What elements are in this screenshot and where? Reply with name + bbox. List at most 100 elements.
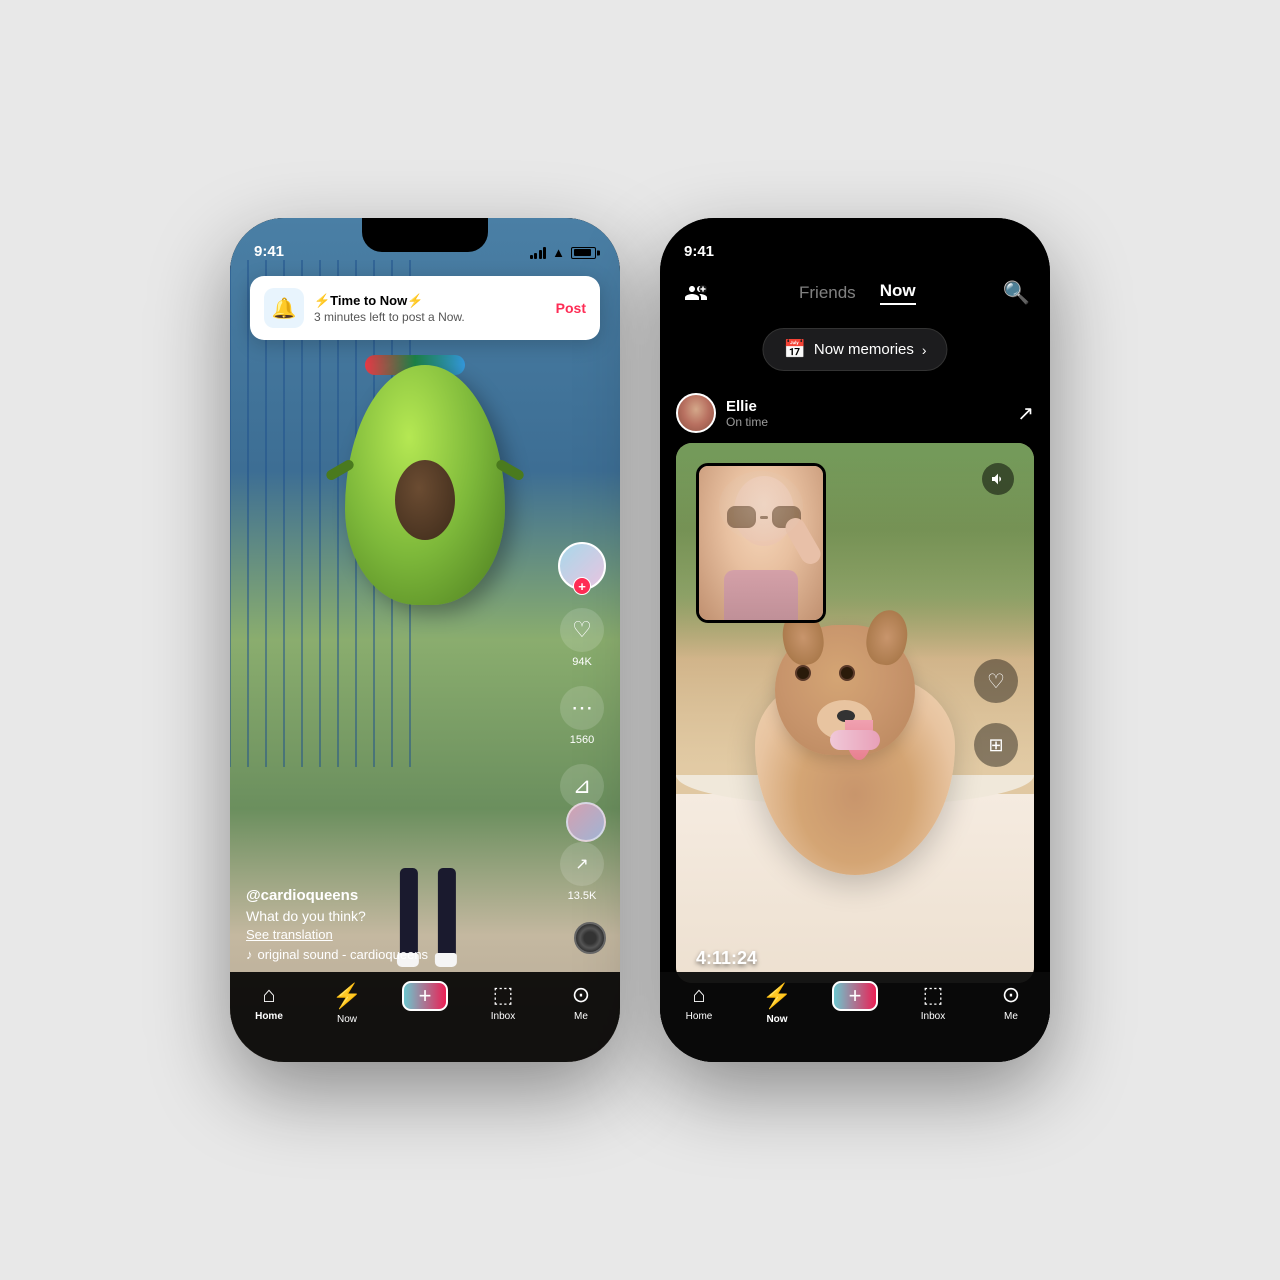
phone-2: 9:41 ▲ bbox=[660, 218, 1050, 1062]
now-tab[interactable]: Now bbox=[880, 281, 916, 305]
create-button-phone1[interactable]: + bbox=[403, 982, 447, 1010]
signal-bar2-1 bbox=[960, 255, 963, 259]
wifi-icon-phone1: ▲ bbox=[552, 245, 565, 260]
home-icon-phone1: ⌂ bbox=[262, 982, 275, 1008]
music-note-icon: ♪ bbox=[246, 947, 253, 962]
notification-body: 3 minutes left to post a Now. bbox=[314, 310, 546, 324]
follow-plus-icon[interactable]: + bbox=[573, 577, 591, 595]
memories-chevron-icon: › bbox=[922, 342, 927, 358]
nav-inbox-label-phone1: Inbox bbox=[491, 1011, 515, 1022]
wifi-icon-phone2: ▲ bbox=[982, 245, 995, 260]
nav-home-label-phone1: Home bbox=[255, 1011, 283, 1022]
nav-home-phone2[interactable]: ⌂ Home bbox=[669, 982, 729, 1022]
creator-avatar-action[interactable]: + bbox=[558, 542, 606, 590]
battery-icon-phone2 bbox=[1001, 247, 1026, 259]
battery-fill-phone1 bbox=[574, 249, 591, 256]
inbox-icon-phone1: ⬚ bbox=[493, 982, 514, 1008]
like-action[interactable]: ♡ 94K bbox=[560, 608, 604, 668]
like-count: 94K bbox=[572, 656, 592, 668]
create-button-phone2[interactable]: + bbox=[833, 982, 877, 1010]
nav-create-phone1[interactable]: + bbox=[395, 982, 455, 1010]
video-caption: What do you think? bbox=[246, 908, 540, 924]
nav-inbox-label-phone2: Inbox bbox=[921, 1011, 945, 1022]
add-friend-button[interactable] bbox=[680, 277, 712, 309]
vinyl-record-icon bbox=[574, 922, 606, 954]
phone-1: 9:41 ▲ 🔔 ⚡Time to Now⚡ 3 minutes left to bbox=[230, 218, 620, 1062]
signal-bar-4 bbox=[543, 247, 546, 259]
nav-now-label-phone2: Now bbox=[766, 1014, 787, 1025]
now-photos-container: 4:11:24 ♡ ⊞ bbox=[676, 443, 1034, 983]
nav-create-phone2[interactable]: + bbox=[825, 982, 885, 1010]
dog-head bbox=[775, 625, 915, 755]
search-button-phone2[interactable]: 🔍 bbox=[1003, 280, 1030, 306]
signal-bars-phone2 bbox=[960, 247, 977, 259]
nav-home-phone1[interactable]: ⌂ Home bbox=[239, 982, 299, 1022]
comment-action[interactable]: ⋯ 1560 bbox=[560, 686, 604, 746]
photo-action-buttons: ♡ ⊞ bbox=[974, 659, 1018, 767]
battery-icon-phone1 bbox=[571, 247, 596, 259]
share-action[interactable]: ↗ 13.5K bbox=[560, 842, 604, 902]
main-photo-back-camera: 4:11:24 ♡ ⊞ bbox=[676, 443, 1034, 983]
photo-timer: 4:11:24 bbox=[696, 948, 757, 969]
user-avatar[interactable] bbox=[676, 393, 716, 433]
profile-thumbnail bbox=[566, 802, 606, 842]
dog-eyes bbox=[795, 665, 855, 681]
notification-post-button[interactable]: Post bbox=[556, 300, 586, 316]
signal-bars-phone1 bbox=[530, 247, 547, 259]
status-bar-phone2: 9:41 ▲ bbox=[660, 218, 1050, 268]
user-post-header: Ellie On time ↗ bbox=[660, 393, 1050, 433]
status-icons-phone2: ▲ bbox=[960, 245, 1026, 260]
profile-icon-phone2: ⊙ bbox=[1002, 982, 1020, 1008]
dog-eye-left bbox=[795, 665, 811, 681]
hair-area bbox=[719, 471, 803, 541]
nav-now-label-phone1: Now bbox=[337, 1014, 357, 1025]
nav-me-phone1[interactable]: ⊙ Me bbox=[551, 982, 611, 1022]
dog-toy bbox=[830, 730, 880, 750]
nav-inbox-phone1[interactable]: ⬚ Inbox bbox=[473, 982, 533, 1022]
nav-me-label-phone1: Me bbox=[574, 1011, 588, 1022]
avo-seed bbox=[395, 460, 455, 540]
share-count: 13.5K bbox=[568, 890, 597, 902]
signal-bar2-3 bbox=[969, 250, 972, 259]
photo-comment-button[interactable]: ⊞ bbox=[974, 723, 1018, 767]
user-timing: On time bbox=[726, 415, 768, 429]
inbox-icon-phone2: ⬚ bbox=[923, 982, 944, 1008]
nav-now-phone2[interactable]: ⚡ Now bbox=[747, 982, 807, 1025]
speaker-icon bbox=[990, 471, 1006, 487]
comment-icon: ⋯ bbox=[560, 686, 604, 730]
video-actions: + ♡ 94K ⋯ 1560 ⊿ 13.5K ↗ 13.5K bbox=[558, 542, 606, 902]
add-friend-icon-svg bbox=[684, 281, 708, 305]
video-username: @cardioqueens bbox=[246, 887, 540, 904]
nav-inbox-phone2[interactable]: ⬚ Inbox bbox=[903, 982, 963, 1022]
signal-bar-2 bbox=[534, 253, 537, 259]
sound-toggle-icon[interactable] bbox=[982, 463, 1014, 495]
share-post-icon[interactable]: ↗ bbox=[1017, 401, 1034, 426]
calendar-icon: 📅 bbox=[783, 339, 805, 360]
friends-tab[interactable]: Friends bbox=[799, 283, 856, 303]
bottom-nav-phone2: ⌂ Home ⚡ Now + ⬚ Inbox ⊙ Me bbox=[660, 972, 1050, 1062]
status-icons-phone1: ▲ bbox=[530, 245, 596, 260]
battery-fill-phone2 bbox=[1004, 249, 1021, 256]
now-icon-phone2: ⚡ bbox=[762, 982, 792, 1011]
nav-me-label-phone2: Me bbox=[1004, 1011, 1018, 1022]
photo-like-button[interactable]: ♡ bbox=[974, 659, 1018, 703]
nav-home-label-phone2: Home bbox=[686, 1011, 713, 1022]
nav-now-phone1[interactable]: ⚡ Now bbox=[317, 982, 377, 1025]
video-translate[interactable]: See translation bbox=[246, 927, 540, 942]
front-camera-photo bbox=[696, 463, 826, 623]
status-bar-phone1: 9:41 ▲ bbox=[230, 218, 620, 268]
user-info-area: Ellie On time bbox=[676, 393, 768, 433]
bottom-nav-phone1: ⌂ Home ⚡ Now + ⬚ Inbox ⊙ Me bbox=[230, 972, 620, 1062]
dog-subject bbox=[745, 625, 965, 875]
status-time-phone1: 9:41 bbox=[254, 243, 284, 260]
nav-me-phone2[interactable]: ⊙ Me bbox=[981, 982, 1041, 1022]
avocado-costume bbox=[335, 345, 515, 665]
now-icon-phone1: ⚡ bbox=[332, 982, 362, 1011]
notification-card[interactable]: 🔔 ⚡Time to Now⚡ 3 minutes left to post a… bbox=[250, 276, 600, 340]
sound-name: original sound - cardioqueens bbox=[258, 947, 429, 962]
selfie-person bbox=[699, 466, 823, 620]
plus-icon-phone2: + bbox=[849, 983, 862, 1009]
signal-bar2-2 bbox=[964, 253, 967, 259]
now-header: Friends Now 🔍 bbox=[660, 268, 1050, 318]
memories-button[interactable]: 📅 Now memories › bbox=[762, 328, 947, 371]
